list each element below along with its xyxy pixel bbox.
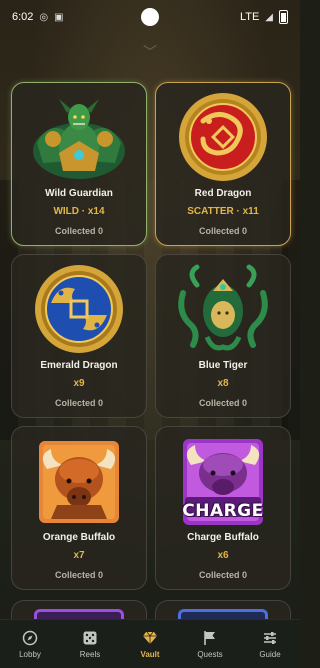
shield-status-icon: ◎ <box>39 11 49 23</box>
gem-icon <box>143 631 157 644</box>
serpent-idol-icon <box>173 263 273 355</box>
camera-cutout <box>141 8 159 26</box>
tab-label: Lobby <box>19 649 41 659</box>
tab-label: Guide <box>259 649 281 659</box>
green-guardian-icon <box>29 91 129 183</box>
compass-icon <box>22 630 38 645</box>
card-tag: WILD · x14 <box>53 206 105 217</box>
tab-lobby[interactable]: Lobby <box>2 630 58 659</box>
tab-guide[interactable]: Guide <box>242 630 298 659</box>
tab-label: Vault <box>140 649 160 659</box>
sliders-icon <box>264 631 276 644</box>
network-type: LTE <box>239 11 260 23</box>
tab-quests[interactable]: Quests <box>182 630 238 659</box>
card-name: Red Dragon <box>194 188 252 199</box>
card-wild-guardian[interactable]: Wild Guardian WILD · x14 Collected 0 <box>11 82 147 246</box>
tab-reels[interactable]: Reels <box>62 630 118 659</box>
battery-icon <box>279 10 288 24</box>
card-collected: Collected 0 <box>198 398 247 408</box>
card-tag: x8 <box>217 378 229 389</box>
card-tag: x6 <box>217 550 229 561</box>
blue-dragon-coin-icon <box>29 263 129 355</box>
card-name: Charge Buffalo <box>187 532 259 543</box>
card-tag: x9 <box>73 378 85 389</box>
card-tag: x7 <box>73 550 85 561</box>
charge-badge: CHARGE <box>182 501 264 521</box>
card-collected: Collected 0 <box>198 570 247 580</box>
tab-label: Quests <box>197 649 223 659</box>
tab-label: Reels <box>79 649 101 659</box>
card-collected: Collected 0 <box>54 398 103 408</box>
signal-icon: ◢ <box>265 11 273 23</box>
card-collected: Collected 0 <box>54 226 103 236</box>
card-name: Orange Buffalo <box>42 532 116 543</box>
card-red-dragon[interactable]: Red Dragon SCATTER · x11 Collected 0 <box>155 82 291 246</box>
card-charge-buffalo[interactable]: Charge Buffalo x6 Collected 0 CHARGE <box>155 426 291 590</box>
bottom-tab-bar: Lobby Reels Vault Quests Guide <box>0 619 300 668</box>
chevron-down-icon[interactable]: ﹀ <box>143 42 157 62</box>
dice-icon <box>83 631 97 644</box>
card-collected: Collected 0 <box>198 226 247 236</box>
flag-icon <box>204 630 215 645</box>
red-dragon-coin-icon <box>173 91 273 183</box>
card-collected: Collected 0 <box>54 570 103 580</box>
card-orange-buffalo[interactable]: Orange Buffalo x7 Collected 0 <box>11 426 147 590</box>
tab-vault[interactable]: Vault <box>122 630 178 659</box>
notification-status-icon: ▣ <box>54 11 64 23</box>
card-name: Wild Guardian <box>45 188 113 199</box>
vault-grid: Wild Guardian WILD · x14 Collected 0 Red… <box>11 82 291 590</box>
card-emerald-dragon[interactable]: Emerald Dragon x9 Collected 0 <box>11 254 147 418</box>
card-tag: SCATTER · x11 <box>187 206 259 217</box>
status-time: 6:02 <box>12 11 34 23</box>
card-name: Blue Tiger <box>198 360 248 371</box>
card-blue-tiger[interactable]: Blue Tiger x8 Collected 0 <box>155 254 291 418</box>
card-name: Emerald Dragon <box>40 360 118 371</box>
orange-buffalo-icon <box>29 435 129 527</box>
